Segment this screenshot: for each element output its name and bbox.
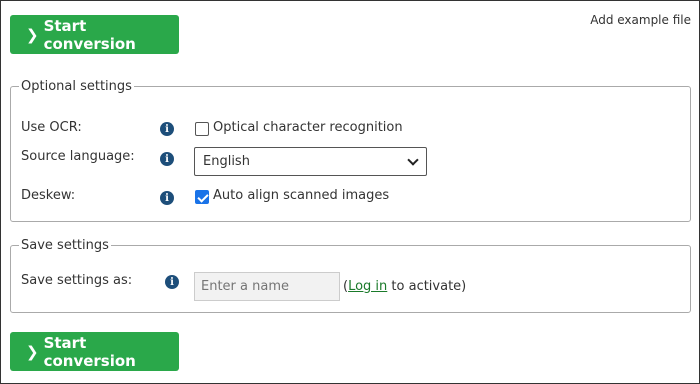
- chevron-right-icon: ❯: [26, 25, 39, 44]
- login-suffix: to activate): [387, 279, 467, 294]
- source-language-label: Source language:: [21, 149, 135, 164]
- info-icon[interactable]: i: [165, 275, 179, 289]
- deskew-checkbox-label[interactable]: Auto align scanned images: [213, 188, 389, 203]
- source-language-select[interactable]: English: [194, 147, 427, 176]
- info-icon[interactable]: i: [160, 191, 174, 205]
- save-settings-as-label: Save settings as:: [21, 273, 133, 288]
- chevron-right-icon: ❯: [26, 342, 39, 361]
- deskew-label: Deskew:: [21, 188, 76, 203]
- add-example-file-link[interactable]: Add example file: [590, 13, 691, 27]
- source-language-selected: English: [203, 154, 250, 169]
- save-settings-legend: Save settings: [21, 238, 109, 253]
- start-conversion-label: Start conversion: [43, 333, 136, 370]
- login-link[interactable]: Log in: [348, 279, 387, 294]
- deskew-checkbox[interactable]: [195, 190, 209, 204]
- start-conversion-label: Start conversion: [43, 16, 136, 53]
- start-conversion-button-top[interactable]: ❯ Start conversion: [10, 15, 179, 54]
- info-icon[interactable]: i: [160, 152, 174, 166]
- chevron-down-icon: [407, 154, 419, 166]
- settings-name-input[interactable]: [194, 272, 340, 301]
- start-conversion-button-bottom[interactable]: ❯ Start conversion: [10, 332, 179, 371]
- optional-settings-legend: Optional settings: [21, 79, 132, 94]
- ocr-checkbox-label[interactable]: Optical character recognition: [213, 120, 403, 135]
- login-hint: (Log in to activate): [343, 279, 466, 294]
- info-icon[interactable]: i: [160, 122, 174, 136]
- ocr-checkbox[interactable]: [195, 122, 209, 136]
- use-ocr-label: Use OCR:: [21, 120, 82, 135]
